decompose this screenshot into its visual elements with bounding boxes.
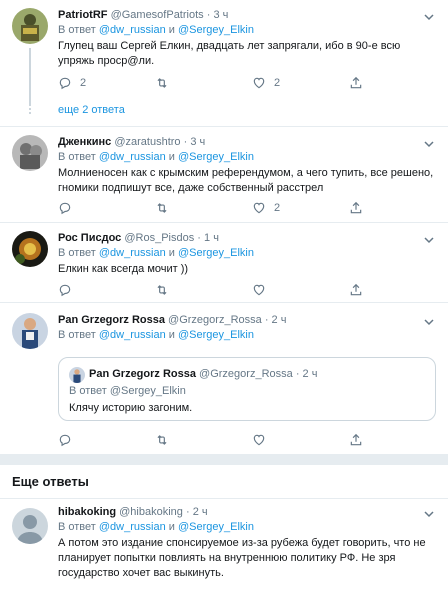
retweet-button[interactable] [155,283,252,297]
mention-link[interactable]: @Sergey_Elkin [178,247,254,259]
mention-link[interactable]: @dw_russian [99,24,166,36]
retweet-icon [155,76,169,90]
timestamp[interactable]: 2 ч [272,314,287,326]
tweet-text: Елкин как всегда мочит )) [58,263,189,275]
like-icon [252,283,266,297]
reply-icon [58,201,72,215]
tweet-text: Молниеносен как с крымским референдумом,… [58,167,434,194]
author-name[interactable]: Pan Grzegorz Rossa [58,314,165,326]
mention-link[interactable]: @dw_russian [99,247,166,259]
caret-down-icon[interactable] [424,12,434,22]
quote-reply-context: В ответ @Sergey_Elkin [69,385,186,397]
share-button[interactable] [349,283,446,297]
share-icon [349,201,363,215]
retweet-button[interactable] [155,201,252,215]
retweet-button[interactable] [155,76,252,90]
reply-context: В ответ @dw_russian и @Sergey_Elkin [58,151,254,163]
author-handle[interactable]: @hibakoking [119,506,183,518]
caret-down-icon[interactable] [424,139,434,149]
avatar[interactable] [12,508,48,544]
reply-button[interactable] [58,433,155,447]
author-name[interactable]: Рос Писдос [58,232,121,244]
reply-button[interactable]: 2 [58,76,155,90]
avatar[interactable] [12,8,48,44]
quote-timestamp: 2 ч [302,368,318,380]
tweet-text: А потом это издание спонсируемое из-за р… [58,537,426,579]
author-name[interactable]: PatriotRF [58,9,108,21]
tweet-text: Глупец ваш Сергей Елкин, двадцать лет за… [58,40,401,67]
share-button[interactable] [349,433,446,447]
avatar[interactable] [12,313,48,349]
reply-icon [58,76,72,90]
like-button[interactable]: 2 [252,201,349,215]
share-icon [349,283,363,297]
reply-icon [58,283,72,297]
author-name[interactable]: Дженкинс [58,136,111,148]
mention-link[interactable]: @Sergey_Elkin [178,521,254,533]
timestamp[interactable]: 3 ч [190,136,205,148]
tweet[interactable]: PatriotRF @GamesofPatriots · 3 ч В ответ… [0,0,448,126]
retweet-icon [155,201,169,215]
retweet-icon [155,433,169,447]
section-divider [0,455,448,465]
tweet[interactable]: Pan Grzegorz Rossa @Grzegorz_Rossa · 2 ч… [0,303,448,455]
author-handle[interactable]: @Grzegorz_Rossa [168,314,262,326]
author-handle[interactable]: @GamesofPatriots [111,9,204,21]
share-button[interactable] [349,201,446,215]
retweet-icon [155,283,169,297]
reply-context: В ответ @dw_russian и @Sergey_Elkin [58,24,254,36]
mention-link[interactable]: @Sergey_Elkin [178,151,254,163]
tweet[interactable]: Рос Писдос @Ros_Pisdos · 1 ч В ответ @dw… [0,223,448,303]
mention-link[interactable]: @Sergey_Elkin [178,329,254,341]
mention-link[interactable]: @dw_russian [99,329,166,341]
like-icon [252,76,266,90]
timestamp[interactable]: 1 ч [204,232,219,244]
reply-context: В ответ @dw_russian и @Sergey_Elkin [58,329,254,341]
show-more-replies[interactable]: еще 2 ответа [58,104,125,116]
avatar[interactable] [12,135,48,171]
author-handle[interactable]: @zaratushtro [114,136,180,148]
tweet[interactable]: hibakoking @hibakoking · 2 ч В ответ @dw… [0,500,448,605]
quote-author-handle: @Grzegorz_Rossa [199,368,293,380]
quoted-tweet[interactable]: Pan Grzegorz Rossa @Grzegorz_Rossa · 2 ч… [58,357,436,421]
quote-text: Клячу историю загоним. [69,402,193,414]
reply-button[interactable] [58,283,155,297]
caret-down-icon[interactable] [424,509,434,519]
retweet-button[interactable] [155,433,252,447]
tweet[interactable]: Дженкинс @zaratushtro · 3 ч В ответ @dw_… [0,127,448,223]
timestamp[interactable]: 2 ч [193,506,208,518]
reply-context: В ответ @dw_russian и @Sergey_Elkin [58,247,254,259]
mention-link[interactable]: @Sergey_Elkin [178,24,254,36]
mention-link[interactable]: @dw_russian [99,151,166,163]
share-icon [349,76,363,90]
thread-line [29,48,31,106]
reply-context: В ответ @dw_russian и @Sergey_Elkin [58,521,254,533]
like-icon [252,201,266,215]
quote-author-name: Pan Grzegorz Rossa [89,368,196,380]
reply-icon [58,433,72,447]
timestamp[interactable]: 3 ч [213,9,228,21]
share-button[interactable] [349,76,446,90]
avatar[interactable] [12,231,48,267]
author-name[interactable]: hibakoking [58,506,116,518]
more-replies-header: Еще ответы [0,465,448,499]
mention-link[interactable]: @dw_russian [99,521,166,533]
like-button[interactable] [252,433,349,447]
like-icon [252,433,266,447]
share-icon [349,433,363,447]
author-handle[interactable]: @Ros_Pisdos [124,232,194,244]
like-button[interactable]: 2 [252,76,349,90]
caret-down-icon[interactable] [424,235,434,245]
like-button[interactable] [252,283,349,297]
caret-down-icon[interactable] [424,317,434,327]
avatar [69,367,85,383]
reply-button[interactable] [58,201,155,215]
